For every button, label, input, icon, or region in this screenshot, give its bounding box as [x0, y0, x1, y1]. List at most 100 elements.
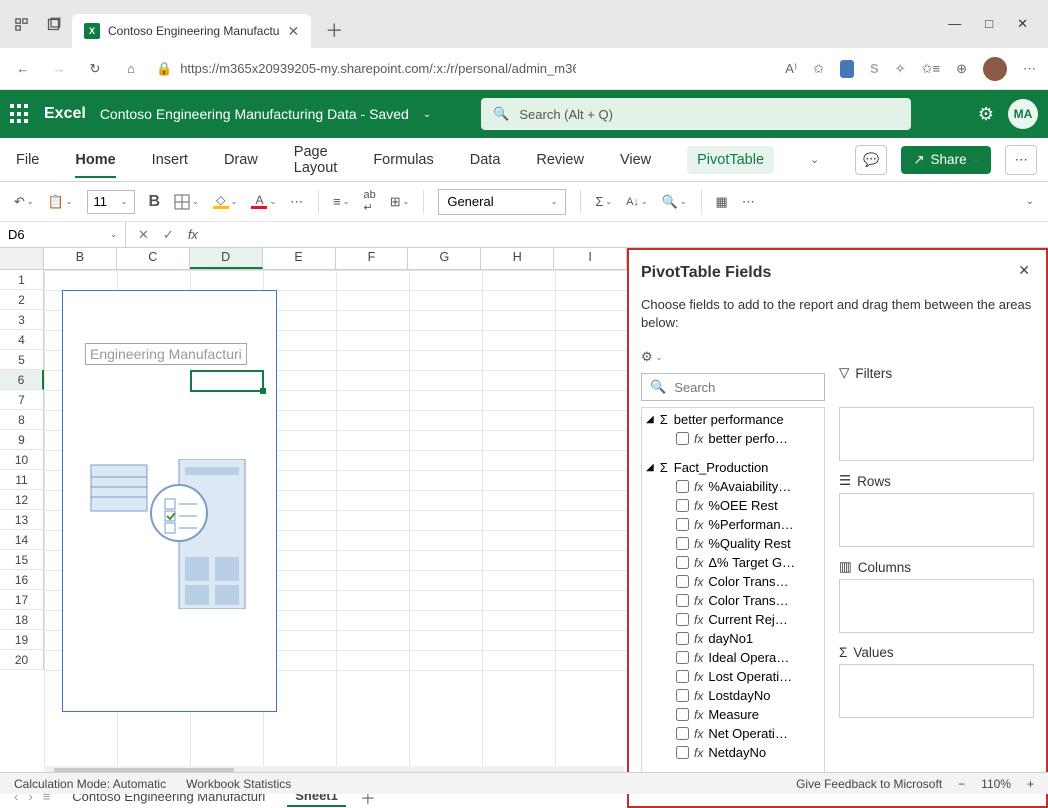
field-checkbox[interactable]: [676, 594, 689, 607]
font-size-select[interactable]: 11⌄: [87, 190, 135, 214]
tab-view[interactable]: View: [620, 152, 651, 168]
col-header-H[interactable]: H: [481, 248, 554, 269]
find-button[interactable]: 🔍⌄: [662, 194, 687, 210]
col-header-E[interactable]: E: [263, 248, 336, 269]
minimize-icon[interactable]: ―: [948, 16, 961, 32]
row-header-11[interactable]: 11: [0, 470, 44, 490]
collections-icon[interactable]: ⊕: [956, 61, 967, 77]
ext-icon-1[interactable]: [840, 60, 854, 78]
tab-pivottable[interactable]: PivotTable: [687, 146, 774, 174]
title-dropdown-icon[interactable]: ⌄: [423, 109, 431, 120]
maximize-icon[interactable]: □: [985, 16, 993, 32]
accept-formula-icon[interactable]: ✓: [163, 227, 174, 243]
field-group[interactable]: ◢Σbetter performance: [642, 408, 824, 429]
field-item[interactable]: fxMeasure: [642, 705, 824, 724]
field-checkbox[interactable]: [676, 651, 689, 664]
field-checkbox[interactable]: [676, 632, 689, 645]
tab-draw[interactable]: Draw: [224, 152, 258, 168]
row-header-3[interactable]: 3: [0, 310, 44, 330]
pivot-placeholder[interactable]: Engineering Manufacturi: [62, 290, 277, 712]
values-drop-area[interactable]: [839, 664, 1034, 718]
autosum-button[interactable]: Σ⌄: [595, 194, 612, 209]
cancel-formula-icon[interactable]: ✕: [138, 227, 149, 243]
ribbon-more-button[interactable]: ⋯: [1005, 145, 1037, 175]
name-box[interactable]: D6⌄: [0, 222, 126, 247]
profile-avatar[interactable]: [983, 57, 1007, 81]
tab-review[interactable]: Review: [536, 152, 584, 168]
toolbar-overflow-icon[interactable]: ⋯: [742, 194, 756, 210]
field-item[interactable]: fx%Performan…: [642, 515, 824, 534]
col-header-F[interactable]: F: [336, 248, 409, 269]
field-checkbox[interactable]: [676, 670, 689, 683]
app-launcher-icon[interactable]: [10, 104, 30, 124]
tab-file[interactable]: File: [16, 152, 39, 168]
browser-tab[interactable]: X Contoso Engineering Manufactu ✕: [72, 14, 311, 48]
bold-button[interactable]: B: [149, 193, 161, 211]
row-header-13[interactable]: 13: [0, 510, 44, 530]
col-header-B[interactable]: B: [44, 248, 117, 269]
comments-button[interactable]: 💬: [855, 145, 887, 175]
refresh-button[interactable]: ↻: [84, 58, 106, 80]
row-header-2[interactable]: 2: [0, 290, 44, 310]
feedback-label[interactable]: Give Feedback to Microsoft: [796, 777, 942, 791]
row-header-14[interactable]: 14: [0, 530, 44, 550]
tab-insert[interactable]: Insert: [152, 152, 188, 168]
calc-mode-label[interactable]: Calculation Mode: Automatic: [14, 777, 166, 791]
tab-formulas[interactable]: Formulas: [373, 152, 433, 168]
field-item[interactable]: fxΔ% Target G…: [642, 553, 824, 572]
close-panel-icon[interactable]: ✕: [1018, 262, 1030, 279]
account-avatar[interactable]: MA: [1008, 99, 1038, 129]
spreadsheet-grid[interactable]: B C D E F G H I 123456789101112131415161…: [0, 248, 627, 808]
field-checkbox[interactable]: [676, 499, 689, 512]
row-header-5[interactable]: 5: [0, 350, 44, 370]
row-header-8[interactable]: 8: [0, 410, 44, 430]
field-checkbox[interactable]: [676, 556, 689, 569]
row-header-19[interactable]: 19: [0, 630, 44, 650]
favorite-icon[interactable]: ✩: [813, 61, 824, 77]
tab-page-layout[interactable]: Page Layout: [294, 144, 338, 176]
home-button[interactable]: ⌂: [120, 58, 142, 80]
app-name[interactable]: Excel: [44, 105, 86, 123]
filters-drop-area[interactable]: [839, 407, 1034, 461]
zoom-level[interactable]: 110%: [981, 777, 1011, 791]
sort-filter-button[interactable]: A↓⌄: [626, 196, 648, 208]
field-item[interactable]: fx%Quality Rest: [642, 534, 824, 553]
field-group[interactable]: ◢ΣFact_Production: [642, 456, 824, 477]
fields-list[interactable]: ◢Σbetter performancefxbetter perfo…◢ΣFac…: [641, 407, 825, 773]
field-checkbox[interactable]: [676, 480, 689, 493]
field-checkbox[interactable]: [676, 518, 689, 531]
tab-home[interactable]: Home: [75, 152, 115, 178]
col-header-D[interactable]: D: [190, 248, 263, 269]
field-checkbox[interactable]: [676, 575, 689, 588]
field-item[interactable]: fxNet Operati…: [642, 724, 824, 743]
addins-button[interactable]: ▦: [716, 194, 728, 210]
row-header-12[interactable]: 12: [0, 490, 44, 510]
field-item[interactable]: fxLost Operati…: [642, 667, 824, 686]
field-item[interactable]: fxCurrent Rej…: [642, 610, 824, 629]
row-header-20[interactable]: 20: [0, 650, 44, 670]
settings-icon[interactable]: ⚙: [978, 104, 994, 125]
workbook-stats-label[interactable]: Workbook Statistics: [186, 777, 291, 791]
row-header-9[interactable]: 9: [0, 430, 44, 450]
columns-drop-area[interactable]: [839, 579, 1034, 633]
field-item[interactable]: fxNetdayNo: [642, 743, 824, 762]
read-aloud-icon[interactable]: A⁾: [785, 61, 797, 77]
field-item[interactable]: fx%Avaiability…: [642, 477, 824, 496]
row-header-15[interactable]: 15: [0, 550, 44, 570]
row-header-7[interactable]: 7: [0, 390, 44, 410]
tab-actions-icon[interactable]: [40, 11, 66, 37]
ribbon-overflow-icon[interactable]: ⌄: [810, 153, 819, 166]
share-button[interactable]: ↗ Share ⌄: [901, 146, 991, 174]
new-tab-button[interactable]: ＋: [325, 17, 343, 43]
fill-color-button[interactable]: ◇⌄: [213, 195, 238, 209]
back-button[interactable]: ←: [12, 58, 34, 80]
field-checkbox[interactable]: [676, 613, 689, 626]
field-checkbox[interactable]: [676, 689, 689, 702]
favorites-bar-icon[interactable]: ✩≡: [922, 61, 940, 77]
workspaces-icon[interactable]: [8, 11, 34, 37]
align-button[interactable]: ≡⌄: [333, 194, 349, 209]
more-icon[interactable]: ⋯: [1023, 61, 1036, 77]
field-item[interactable]: fxdayNo1: [642, 629, 824, 648]
row-header-6[interactable]: 6: [0, 370, 44, 390]
field-checkbox[interactable]: [676, 727, 689, 740]
